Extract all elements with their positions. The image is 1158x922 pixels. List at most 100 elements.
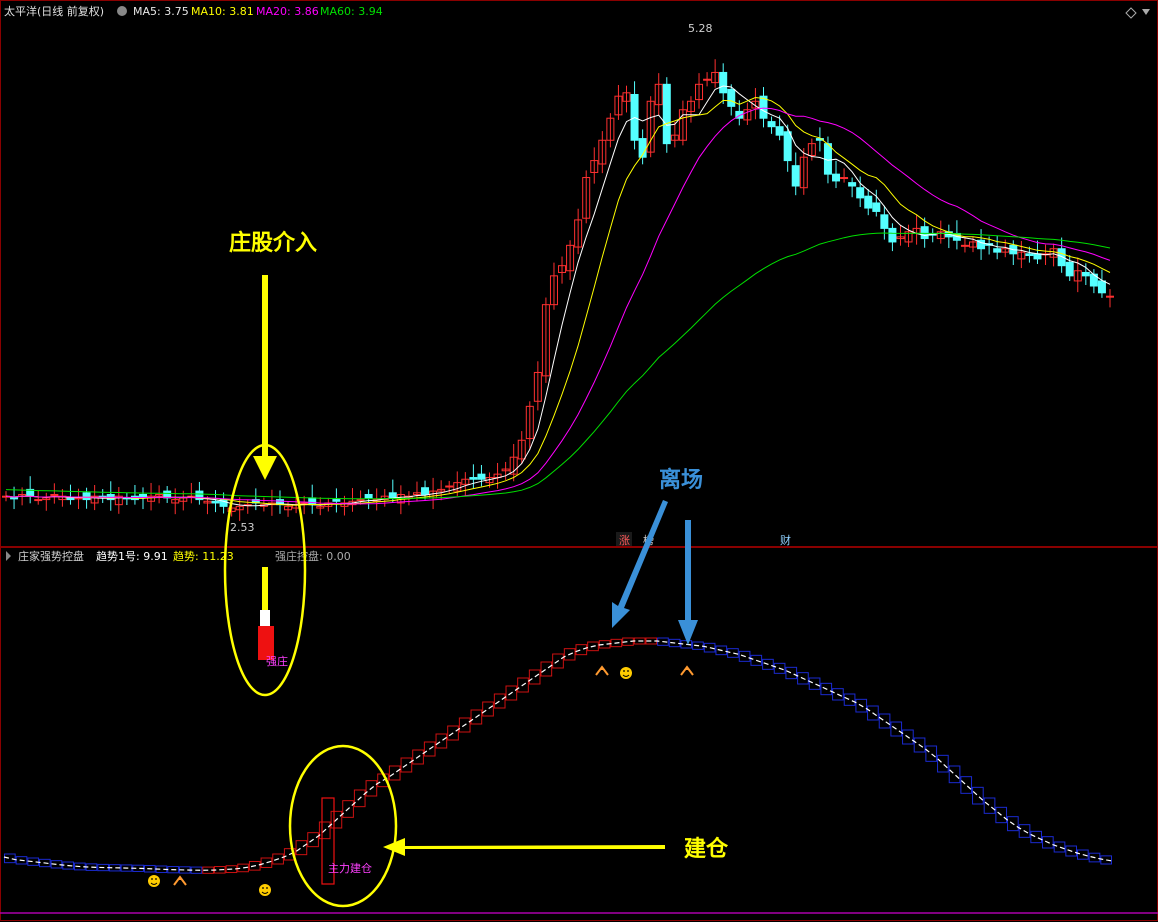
smiley-icon	[620, 667, 632, 679]
event-tag-1[interactable]: 涨	[619, 534, 630, 547]
candle-down	[920, 226, 929, 240]
candle-down	[880, 214, 889, 229]
candle-down	[1081, 271, 1090, 277]
candle-down	[332, 499, 341, 502]
candle-down	[832, 173, 841, 182]
exit-arrow-1	[612, 500, 668, 628]
candle-up	[960, 244, 969, 247]
candle-up	[356, 499, 365, 502]
candle-down	[1097, 280, 1106, 294]
strong-banker-label: 强庄	[266, 654, 288, 668]
trend-band-down	[785, 666, 798, 680]
candle-up	[34, 499, 43, 502]
trend-band-down	[948, 765, 961, 784]
trend-band-down	[1030, 830, 1043, 844]
candle-down	[888, 227, 897, 243]
exit-arrow-2	[678, 520, 698, 645]
trend-band-down	[1053, 841, 1066, 853]
strong-banker-bar-top	[262, 567, 268, 611]
candle-down	[421, 487, 430, 495]
candle-down	[783, 131, 792, 162]
low-price-label: 2.53	[230, 521, 255, 534]
trend-band-down	[983, 797, 996, 814]
trend-band-down	[727, 648, 739, 658]
candle-up	[840, 177, 849, 180]
candle-down	[791, 165, 800, 187]
trend-band-down	[1100, 855, 1112, 865]
exit-label: 离场	[659, 467, 703, 493]
trend-band-down	[843, 693, 856, 706]
chart-title: 太平洋(日线 前复权)	[4, 4, 104, 18]
smiley-icon	[259, 884, 271, 896]
ma60-label: MA60: 3.94	[320, 5, 383, 18]
candle-down	[308, 497, 317, 506]
candle-down	[388, 492, 397, 499]
banker-entry-arrow-shaft	[262, 275, 268, 458]
event-tag-3[interactable]: 财	[780, 533, 791, 547]
strong-banker-bar-mid	[260, 610, 270, 626]
candle-down	[823, 143, 832, 175]
candle-down	[1065, 261, 1074, 277]
ma20-line	[5, 107, 1111, 505]
trend-band-down	[960, 776, 973, 794]
candle-up	[50, 493, 59, 496]
main-build-label: 主力建仓	[328, 861, 372, 875]
main-panel-border	[0, 0, 1158, 547]
diamond-icon[interactable]	[1125, 7, 1137, 19]
trend-band-down	[972, 786, 984, 805]
high-price-label: 5.28	[688, 22, 713, 35]
candle-up	[1106, 295, 1114, 298]
indicator-panel-border	[0, 547, 1158, 921]
trend-band-down	[925, 745, 938, 762]
trend-band-down	[703, 642, 716, 653]
candle-down	[82, 492, 91, 501]
build-position-ellipse	[288, 744, 398, 908]
candle-down	[872, 202, 881, 212]
ma-layer	[5, 85, 1111, 507]
trend-band-up	[493, 693, 506, 709]
candle-down	[10, 497, 19, 500]
candle-down	[211, 500, 220, 504]
trend-band-down	[878, 713, 891, 729]
build-position-arrow	[383, 838, 665, 856]
candle-down	[364, 493, 373, 499]
candle-down	[477, 473, 486, 480]
indicator-layer	[3, 637, 1113, 874]
candle-down	[1057, 248, 1066, 267]
ma20-label: MA20: 3.86	[256, 5, 319, 18]
trend-band-up	[435, 733, 448, 749]
trend-band-up	[295, 840, 308, 856]
candle-down	[775, 126, 784, 136]
banker-entry-arrow-head	[253, 456, 277, 480]
build-position-label: 建仓	[684, 836, 729, 862]
candle-down	[1025, 253, 1034, 257]
trend-band-up	[482, 701, 494, 717]
ma5-line	[5, 85, 1111, 507]
candle-up	[445, 485, 454, 488]
cross-icon	[595, 665, 609, 676]
candle-down	[66, 497, 75, 501]
candle-down	[848, 182, 857, 187]
trend-band-down	[937, 754, 949, 773]
indicator-title: 庄家强势控盘	[18, 549, 84, 563]
trend-band-up	[260, 857, 273, 868]
ma5-label: MA5: 3.75	[133, 5, 189, 18]
smiley-icon	[148, 875, 160, 887]
cross-icon	[173, 875, 187, 886]
indicator-expand-icon[interactable]	[6, 551, 11, 561]
collapse-icon[interactable]	[1142, 9, 1150, 15]
candle-down	[727, 88, 736, 107]
dropdown-icon[interactable]	[117, 6, 127, 16]
candle-down	[856, 187, 865, 199]
stock-chart-frame: 太平洋(日线 前复权) MA5: 3.75 MA10: 3.81 MA20: 3…	[0, 0, 1158, 921]
candle-down	[469, 477, 478, 480]
candle-up	[74, 497, 83, 500]
trend-band-up	[575, 644, 588, 656]
ma60-line	[5, 232, 1111, 500]
banker-entry-label: 庄股介入	[229, 230, 317, 256]
trend1-label: 趋势1号: 9.91	[96, 550, 168, 563]
trend-band-up	[388, 765, 401, 781]
ma10-line	[5, 96, 1111, 506]
candle-down	[719, 71, 728, 94]
candle-layer	[2, 59, 1114, 521]
